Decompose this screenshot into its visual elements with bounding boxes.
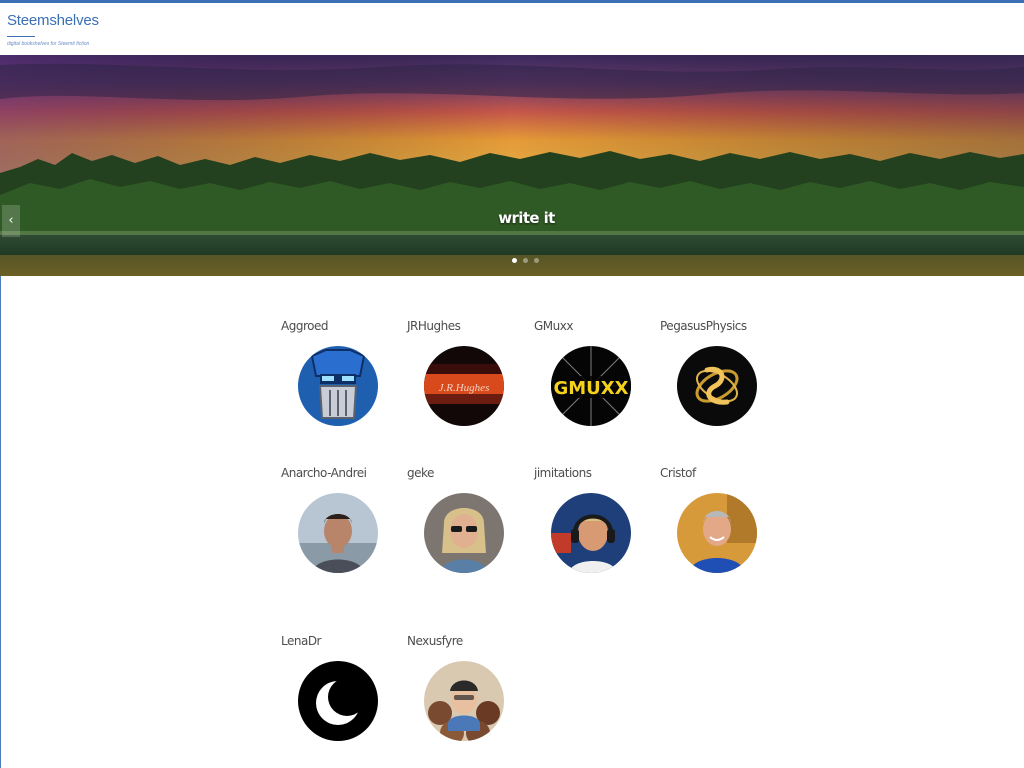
group-photo-avatar[interactable]: [424, 661, 504, 741]
sunset-signature-avatar[interactable]: J.R.Hughes: [424, 346, 504, 426]
author-card-gmuxx[interactable]: GMuxx GMUXX: [534, 319, 654, 439]
carousel-dot[interactable]: [523, 258, 528, 263]
gold-emblem-avatar[interactable]: [677, 346, 757, 426]
author-card-lenadr[interactable]: LenaDr: [281, 634, 401, 754]
author-name[interactable]: Anarcho-Andrei: [281, 466, 367, 480]
hero-carousel: ‹ write it: [0, 55, 1024, 276]
site-title[interactable]: Steemshelves: [7, 12, 99, 29]
man-outdoor-photo-avatar[interactable]: [298, 493, 378, 573]
site-tagline: digital bookshelves for Steemit fiction: [7, 41, 90, 47]
author-name[interactable]: Aggroed: [281, 319, 328, 333]
carousel-dot[interactable]: [512, 258, 517, 263]
robot-mask-avatar[interactable]: [298, 346, 378, 426]
author-name[interactable]: geke: [407, 466, 434, 480]
author-name[interactable]: JRHughes: [407, 319, 461, 333]
avatar-signature-text: J.R.Hughes: [439, 382, 490, 394]
author-name[interactable]: GMuxx: [534, 319, 573, 333]
woman-sunglasses-photo-avatar[interactable]: [424, 493, 504, 573]
author-card-geke[interactable]: geke: [407, 466, 527, 586]
author-card-jrhughes[interactable]: JRHughes J.R.Hughes: [407, 319, 527, 439]
author-card-pegasusphysics[interactable]: PegasusPhysics: [660, 319, 780, 439]
author-name[interactable]: PegasusPhysics: [660, 319, 747, 333]
hero-caption: write it: [498, 209, 555, 227]
avatar-logo-text: GMUXX: [553, 378, 628, 399]
carousel-dot[interactable]: [534, 258, 539, 263]
author-name[interactable]: jimitations: [534, 466, 592, 480]
author-name[interactable]: Cristof: [660, 466, 696, 480]
author-card-aggroed[interactable]: Aggroed: [281, 319, 401, 439]
author-card-jimitations[interactable]: jimitations: [534, 466, 654, 586]
site-header: Steemshelves digital bookshelves for Ste…: [0, 3, 1024, 55]
man-smiling-photo-avatar[interactable]: [677, 493, 757, 573]
gmuxx-logo-avatar[interactable]: GMUXX: [551, 346, 631, 426]
author-card-nexusfyre[interactable]: Nexusfyre: [407, 634, 527, 754]
author-name[interactable]: Nexusfyre: [407, 634, 463, 648]
author-name[interactable]: LenaDr: [281, 634, 322, 648]
author-card-anarcho-andrei[interactable]: Anarcho-Andrei: [281, 466, 401, 586]
man-headphones-photo-avatar[interactable]: [551, 493, 631, 573]
title-underline: [7, 36, 35, 37]
crescent-moon-avatar[interactable]: [298, 661, 378, 741]
author-card-cristof[interactable]: Cristof: [660, 466, 780, 586]
hero-slide-image: [0, 55, 1024, 276]
